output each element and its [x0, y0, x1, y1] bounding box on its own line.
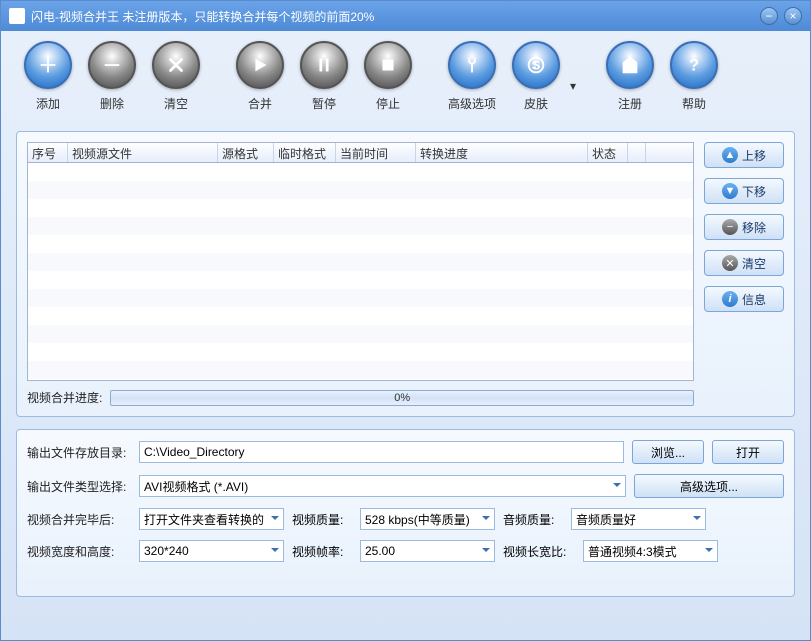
register-icon [606, 41, 654, 89]
audio-quality-select[interactable]: 音频质量好 [571, 508, 706, 530]
size-select[interactable]: 320*240 [139, 540, 284, 562]
output-dir-label: 输出文件存放目录: [27, 444, 131, 461]
skin-button[interactable]: S皮肤 [504, 41, 568, 131]
remove-icon [88, 41, 136, 89]
output-type-select[interactable]: AVI视频格式 (*.AVI) [139, 475, 626, 497]
svg-text:?: ? [689, 57, 699, 75]
output-dir-input[interactable]: C:\Video_Directory [139, 441, 624, 463]
move-up-button[interactable]: ▲上移 [704, 142, 784, 168]
add-button[interactable]: 添加 [16, 41, 80, 131]
progress-label: 视频合并进度: [27, 389, 102, 406]
merge-button[interactable]: 合并 [228, 41, 292, 131]
column-header[interactable]: 当前时间 [336, 143, 416, 162]
window-title: 闪电-视频合并王 未注册版本，只能转换合并每个视频的前面20% [31, 8, 754, 25]
stop-icon [364, 41, 412, 89]
skin-dropdown-arrow[interactable]: ▾ [568, 62, 578, 110]
remove-button[interactable]: 删除 [80, 41, 144, 131]
clear-icon [152, 41, 200, 89]
stop-button[interactable]: 停止 [356, 41, 420, 131]
video-quality-label: 视频质量: [292, 511, 352, 528]
video-quality-select[interactable]: 528 kbps(中等质量) [360, 508, 495, 530]
column-header[interactable]: 状态 [588, 143, 628, 162]
fps-label: 视频帧率: [292, 543, 352, 560]
adv-button[interactable]: 高级选项 [440, 41, 504, 131]
column-header[interactable] [628, 143, 646, 162]
column-header[interactable]: 序号 [28, 143, 68, 162]
audio-quality-label: 音频质量: [503, 511, 563, 528]
merge-icon [236, 41, 284, 89]
register-button[interactable]: 注册 [598, 41, 662, 131]
advanced-options-button[interactable]: 高级选项... [634, 474, 784, 498]
move-down-button[interactable]: ▼下移 [704, 178, 784, 204]
adv-icon [448, 41, 496, 89]
aspect-select[interactable]: 普通视频4:3模式 [583, 540, 718, 562]
after-merge-label: 视频合并完毕后: [27, 511, 131, 528]
remove-item-button[interactable]: −移除 [704, 214, 784, 240]
column-header[interactable]: 视频源文件 [68, 143, 218, 162]
help-button[interactable]: ?帮助 [662, 41, 726, 131]
after-merge-select[interactable]: 打开文件夹查看转换的 [139, 508, 284, 530]
svg-text:S: S [532, 58, 541, 73]
pause-button[interactable]: 暂停 [292, 41, 356, 131]
close-button[interactable]: × [784, 7, 802, 25]
merge-progress-bar: 0% [110, 390, 694, 406]
column-header[interactable]: 临时格式 [274, 143, 336, 162]
fps-select[interactable]: 25.00 [360, 540, 495, 562]
column-header[interactable]: 转换进度 [416, 143, 588, 162]
open-button[interactable]: 打开 [712, 440, 784, 464]
browse-button[interactable]: 浏览... [632, 440, 704, 464]
app-icon [9, 8, 25, 24]
info-button[interactable]: i信息 [704, 286, 784, 312]
clear-button[interactable]: 清空 [144, 41, 208, 131]
help-icon: ? [670, 41, 718, 89]
pause-icon [300, 41, 348, 89]
add-icon [24, 41, 72, 89]
clear-list-button[interactable]: ✕清空 [704, 250, 784, 276]
column-header[interactable]: 源格式 [218, 143, 274, 162]
aspect-label: 视频长宽比: [503, 543, 575, 560]
file-table-body [28, 163, 693, 381]
skin-icon: S [512, 41, 560, 89]
file-table[interactable]: 序号视频源文件源格式临时格式当前时间转换进度状态 [27, 142, 694, 381]
minimize-button[interactable]: − [760, 7, 778, 25]
size-label: 视频宽度和高度: [27, 543, 131, 560]
output-type-label: 输出文件类型选择: [27, 478, 131, 495]
